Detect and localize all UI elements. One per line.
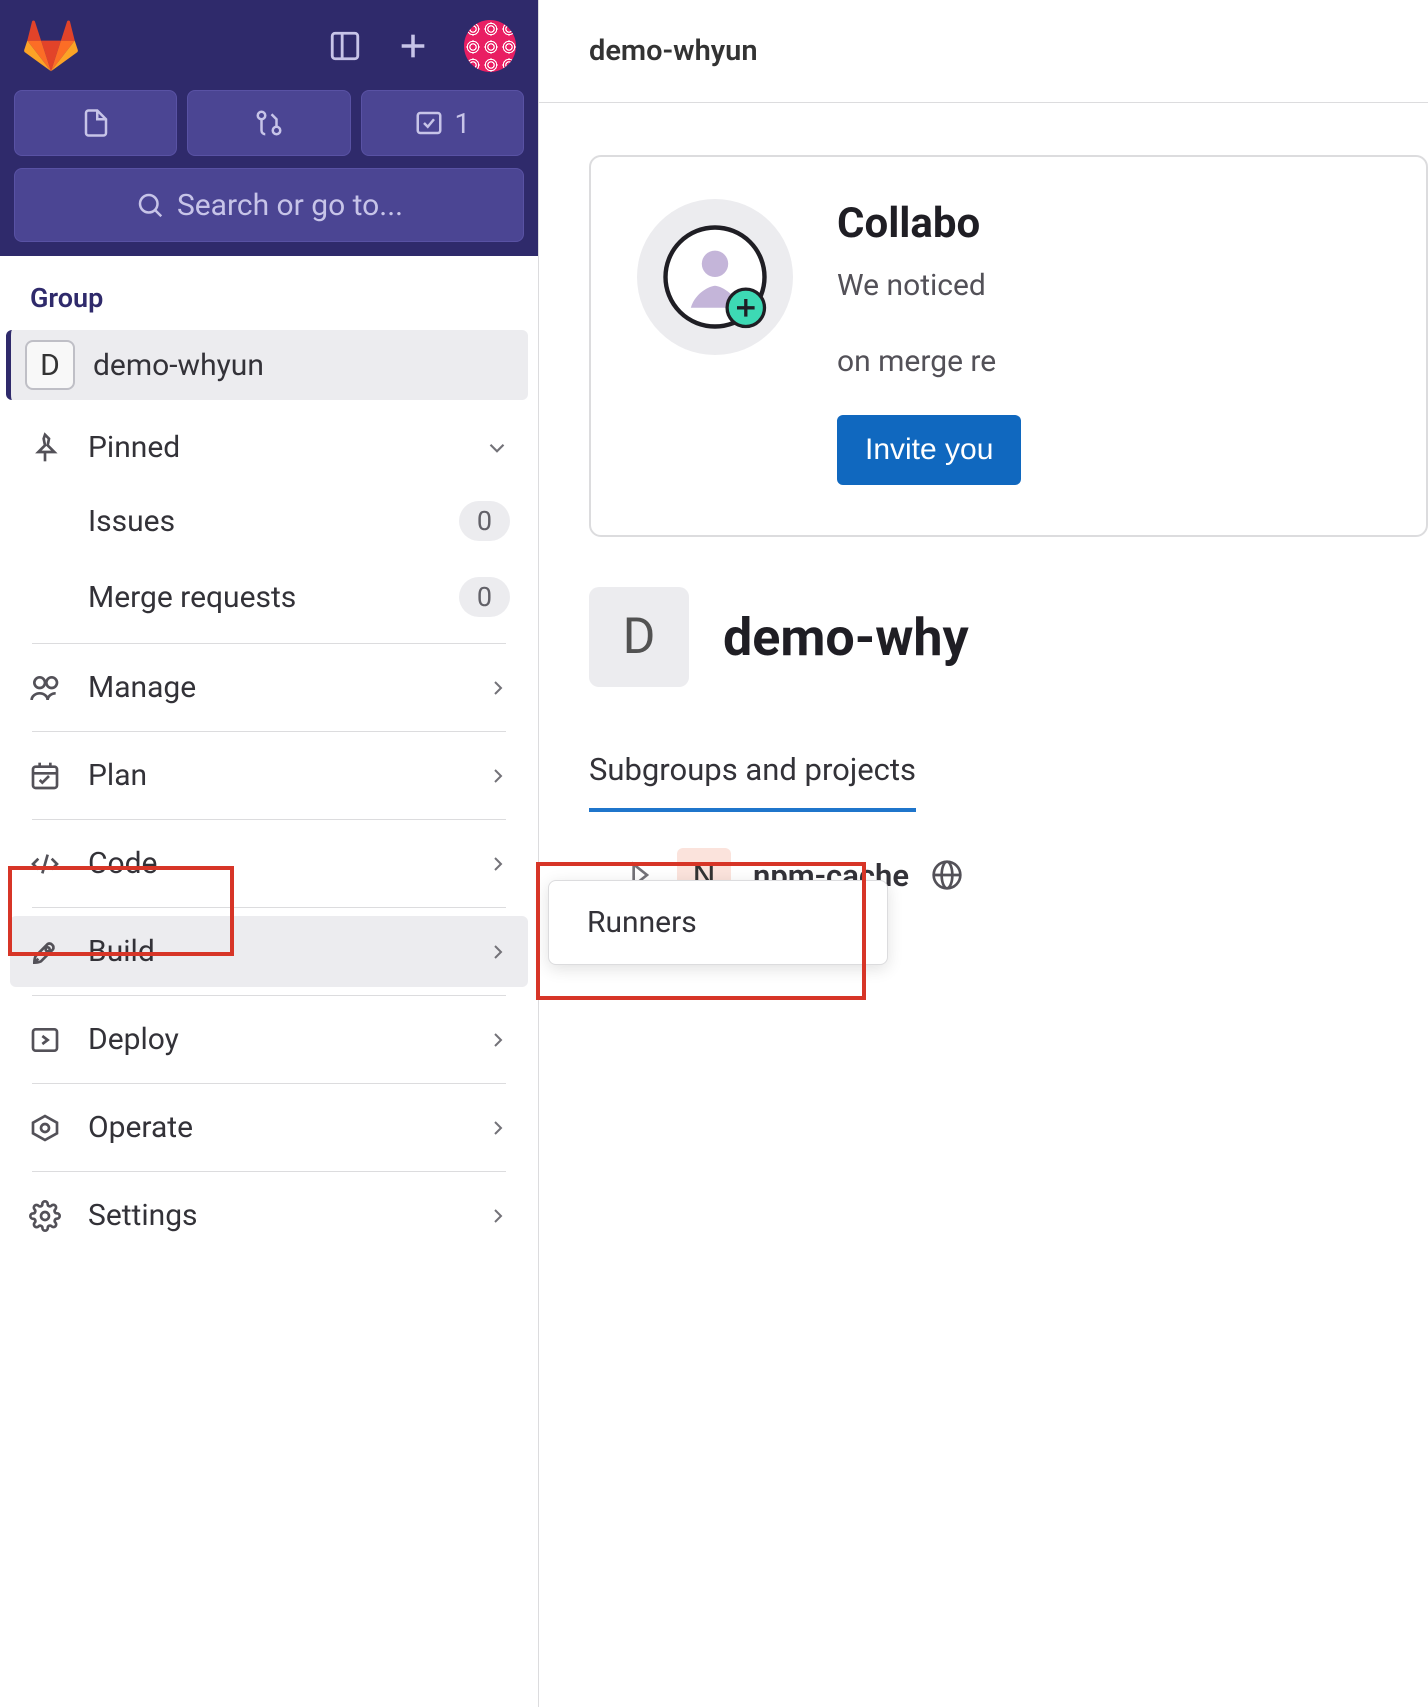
collab-title: Collabo (837, 199, 1021, 248)
divider (32, 995, 506, 996)
sidebar-section-label: Group (0, 256, 538, 330)
gear-icon (28, 1199, 62, 1233)
sidebar-pinned-issues[interactable]: Issues 0 (10, 483, 528, 559)
divider (32, 1171, 506, 1172)
divider (32, 643, 506, 644)
divider (32, 1083, 506, 1084)
sidebar-item-settings[interactable]: Settings (10, 1180, 528, 1251)
sidebar-item-plan[interactable]: Plan (10, 740, 528, 811)
nav-label: Build (88, 934, 460, 969)
collab-line2: on merge re (837, 340, 1021, 384)
plus-icon[interactable] (396, 29, 430, 63)
issues-count-badge: 0 (459, 501, 510, 541)
chevron-right-icon (486, 676, 510, 700)
nav-label: Operate (88, 1110, 460, 1145)
group-title: demo-why (723, 607, 969, 668)
sidebar-group-item[interactable]: D demo-whyun (6, 330, 528, 400)
sidebar-item-deploy[interactable]: Deploy (10, 1004, 528, 1075)
submenu-item-runners[interactable]: Runners (587, 905, 697, 940)
sidebar-item-build[interactable]: Build (10, 916, 528, 987)
collab-line1: We noticed (837, 264, 1021, 308)
group-letter-badge: D (25, 340, 75, 390)
users-icon (28, 671, 62, 705)
divider (32, 907, 506, 908)
divider (32, 731, 506, 732)
search-placeholder: Search or go to... (177, 188, 403, 223)
sidebar-item-manage[interactable]: Manage (10, 652, 528, 723)
gitlab-logo[interactable] (22, 20, 80, 72)
collab-card: Collabo We noticed on merge re Invite yo… (589, 155, 1428, 537)
group-name-label: demo-whyun (93, 348, 264, 383)
sidebar-item-pinned[interactable]: Pinned (10, 412, 528, 483)
nav-label: Manage (88, 670, 460, 705)
pinned-item-label: Issues (88, 504, 459, 539)
chevron-right-icon (486, 1028, 510, 1052)
pinned-label: Pinned (88, 430, 458, 465)
breadcrumb[interactable]: demo-whyun (539, 0, 1428, 103)
todos-quick-button[interactable]: 1 (361, 90, 524, 156)
pin-icon (28, 431, 62, 465)
todos-count: 1 (454, 107, 470, 140)
rocket-icon (28, 935, 62, 969)
divider (32, 819, 506, 820)
nav-label: Code (88, 846, 460, 881)
search-button[interactable]: Search or go to... (14, 168, 524, 242)
operate-icon (28, 1111, 62, 1145)
globe-icon (931, 859, 963, 891)
nav-label: Plan (88, 758, 460, 793)
nav-label: Deploy (88, 1022, 460, 1057)
invite-button[interactable]: Invite you (837, 415, 1021, 485)
chevron-right-icon (486, 852, 510, 876)
tab-subgroups-projects[interactable]: Subgroups and projects (589, 751, 916, 812)
issues-quick-button[interactable] (14, 90, 177, 156)
calendar-icon (28, 759, 62, 793)
chevron-right-icon (486, 1204, 510, 1228)
merge-requests-quick-button[interactable] (187, 90, 350, 156)
chevron-down-icon (484, 435, 510, 461)
deploy-icon (28, 1023, 62, 1057)
chevron-right-icon (486, 1116, 510, 1140)
chevron-right-icon (486, 940, 510, 964)
group-letter-badge-large: D (589, 587, 689, 687)
pinned-item-label: Merge requests (88, 580, 459, 615)
sidebar-item-code[interactable]: Code (10, 828, 528, 899)
mr-count-badge: 0 (459, 577, 510, 617)
sidebar-item-operate[interactable]: Operate (10, 1092, 528, 1163)
code-icon (28, 847, 62, 881)
build-submenu-flyout: Runners (548, 880, 888, 965)
sidebar-pinned-mrs[interactable]: Merge requests 0 (10, 559, 528, 635)
user-avatar[interactable] (464, 20, 516, 72)
collab-illustration (637, 199, 793, 355)
chevron-right-icon (486, 764, 510, 788)
nav-label: Settings (88, 1198, 460, 1233)
sidebar-toggle-icon[interactable] (328, 29, 362, 63)
